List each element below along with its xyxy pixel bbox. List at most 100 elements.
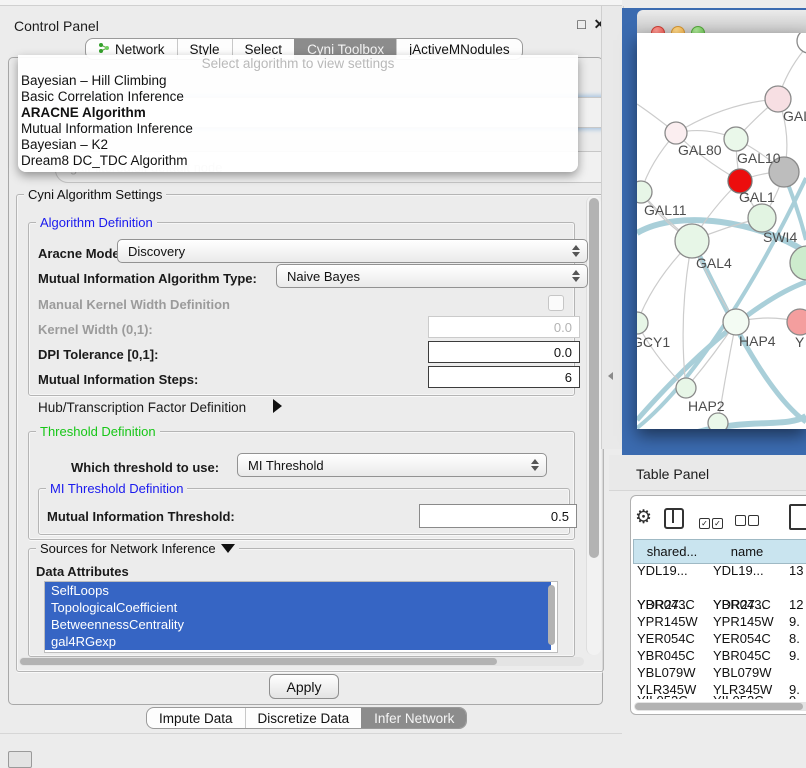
node[interactable] [748,204,776,232]
mi-threshold-value: 0.5 [551,509,569,524]
divider-handle-icon[interactable] [608,372,613,380]
tab-impute-data[interactable]: Impute Data [147,708,245,728]
column-header-cut[interactable] [785,539,806,564]
columns-icon[interactable] [664,508,684,529]
node[interactable] [637,312,648,334]
mi-steps-label: Mutual Information Steps: [38,372,198,387]
node[interactable] [797,33,806,53]
apply-button[interactable]: Apply [269,674,339,699]
list-item[interactable]: TopologicalCoefficient [45,599,551,616]
node[interactable] [790,246,806,280]
dropdown-item[interactable]: Bayesian – K2 [18,137,578,153]
desktop-mini-icon[interactable] [8,751,32,768]
aracne-mode-value: Discovery [128,244,185,259]
settings-horizontal-scrollbar-thumb[interactable] [20,658,497,665]
table-panel-title: Table Panel [636,466,709,482]
kernel-width-field[interactable]: 0.0 [428,316,580,338]
panel-divider[interactable] [601,6,624,449]
table-row[interactable]: YDL19...YDL19...13 [633,563,806,580]
node[interactable] [675,224,709,258]
list-scrollbar-thumb[interactable] [548,585,555,645]
dpi-tolerance-label: DPI Tolerance [0,1]: [38,347,158,362]
data-attributes-label: Data Attributes [36,564,129,579]
network-window-titlebar[interactable] [637,10,806,34]
mi-threshold-definition-title: MI Threshold Definition [46,481,187,496]
data-attributes-list: SelfLoops TopologicalCoefficient Between… [44,581,558,653]
settings-group-title: Cyni Algorithm Settings [24,187,166,202]
mi-steps-field[interactable]: 6 [428,366,580,388]
dpi-tolerance-field[interactable]: 0.0 [428,341,580,363]
table-row[interactable]: YDR27...YDR27...12 [633,580,806,597]
mi-steps-value: 6 [565,370,572,385]
tab-infer-network[interactable]: Infer Network [361,708,466,728]
algorithm-definition-title: Algorithm Definition [36,215,157,230]
aracne-mode-combo[interactable]: Discovery [117,239,588,263]
network-graph: GAL GAL80 GAL10 GAL1 GAL11 SWI4 GAL4 HAP… [637,33,806,429]
which-threshold-combo[interactable]: MI Threshold [237,453,547,477]
table-horizontal-scrollbar[interactable] [634,702,806,711]
settings-vertical-scrollbar-thumb[interactable] [589,198,599,558]
node-labels: GAL GAL80 GAL10 GAL1 GAL11 SWI4 GAL4 HAP… [637,108,806,414]
node-label: Y [795,334,805,350]
mi-type-combo[interactable]: Naive Bayes [276,264,588,288]
combo-spinner-icon [572,270,580,282]
select-all-checks-icon[interactable]: ✓✓ [699,513,725,531]
node-label: GAL80 [678,142,722,158]
settings-vertical-scrollbar[interactable] [586,196,601,655]
dropdown-item[interactable]: Basic Correlation Inference [18,89,578,105]
node-label: GAL11 [644,202,687,218]
node-label: HAP4 [739,333,776,349]
node[interactable] [787,309,806,335]
dropdown-item-selected[interactable]: ARACNE Algorithm [18,105,578,121]
column-header-shared[interactable]: shared... [633,539,711,564]
which-threshold-value: MI Threshold [248,458,324,473]
list-item[interactable]: SelfLoops [45,582,551,599]
dropdown-item[interactable]: Bayesian – Hill Climbing [18,73,578,89]
network-canvas[interactable]: GAL GAL80 GAL10 GAL1 GAL11 SWI4 GAL4 HAP… [637,33,806,429]
deselect-all-checks-icon[interactable] [735,513,761,531]
node-label: GAL4 [696,255,732,271]
node[interactable] [708,413,728,429]
node-label: HAP2 [688,398,725,414]
control-panel-title: Control Panel [14,18,99,34]
kernel-width-value: 0.0 [554,320,572,335]
hub-section-label[interactable]: Hub/Transcription Factor Definition [38,400,246,415]
sources-group-title-wrap[interactable]: Sources for Network Inference [36,541,239,556]
table-horizontal-scrollbar-thumb[interactable] [635,703,803,710]
tab-discretize-data[interactable]: Discretize Data [245,708,362,728]
manual-kernel-checkbox[interactable] [548,295,564,311]
float-window-icon[interactable]: □ [574,17,589,32]
dpi-tolerance-value: 0.0 [554,345,572,360]
kernel-width-label: Kernel Width (0,1): [38,322,153,337]
bottom-tabstrip: Impute Data Discretize Data Infer Networ… [146,707,467,729]
node[interactable] [723,309,749,335]
node[interactable] [724,127,748,151]
table-panel-box: ⚙ ✓✓ shared... name YDL19...YDL19...13 Y… [630,495,806,715]
node-label: GAL1 [739,189,775,205]
node-label: GAL10 [737,150,781,166]
list-item[interactable]: gal4RGexp [45,633,551,650]
gear-icon[interactable]: ⚙ [635,506,652,529]
settings-horizontal-scrollbar[interactable] [19,657,584,666]
node-label: GCY1 [637,334,670,350]
dropdown-item[interactable]: Dream8 DC_TDC Algorithm [18,153,578,169]
column-header-name[interactable]: name [709,539,786,564]
manual-kernel-label: Manual Kernel Width Definition [38,297,230,312]
list-item[interactable]: BetweennessCentrality [45,616,551,633]
app-root: { "control_panel": { "title": "Control P… [0,0,806,762]
mi-threshold-field[interactable]: 0.5 [419,504,577,528]
expand-arrow-icon[interactable] [273,399,282,413]
mi-type-label: Mutual Information Algorithm Type: [38,271,257,286]
aracne-mode-label: Aracne Mode: [38,246,124,261]
node[interactable] [637,181,652,203]
control-panel-header: Control Panel □ ✕ [0,6,608,33]
sources-group-title: Sources for Network Inference [40,541,216,556]
combo-spinner-icon [531,459,539,471]
combo-spinner-icon [572,245,580,257]
dock-bottom-border [0,733,622,734]
dropdown-item[interactable]: Mutual Information Inference [18,121,578,137]
node[interactable] [676,378,696,398]
node[interactable] [665,122,687,144]
threshold-definition-title: Threshold Definition [36,424,160,439]
file-export-icon[interactable] [789,504,806,530]
